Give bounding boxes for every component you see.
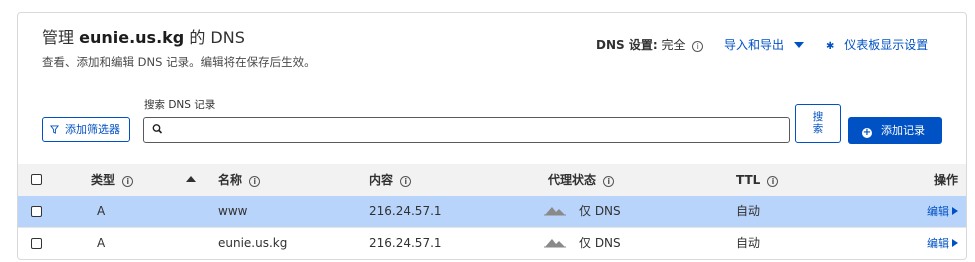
dashboard-display-settings-label: 仪表板显示设置 <box>844 38 929 52</box>
info-icon[interactable]: i <box>400 176 412 187</box>
column-type-label: 类型 <box>91 173 116 187</box>
title-suffix: 的 DNS <box>189 28 245 47</box>
record-type: A <box>97 204 106 218</box>
record-content: 216.24.57.1 <box>369 236 442 250</box>
caret-down-icon <box>793 42 804 48</box>
column-header-proxy-status[interactable]: 代理状态 i <box>548 164 615 196</box>
add-filter-label: 添加筛选器 <box>65 123 120 136</box>
add-record-button[interactable]: + 添加记录 <box>848 117 942 144</box>
search-label: 搜索 DNS 记录 <box>144 99 216 111</box>
row-checkbox[interactable] <box>31 206 42 217</box>
info-icon[interactable]: i <box>249 176 261 187</box>
select-all-checkbox[interactable] <box>31 174 42 185</box>
search-input[interactable] <box>168 121 778 139</box>
info-icon[interactable]: i <box>603 176 615 187</box>
proxy-status-label: 仅 DNS <box>579 236 621 250</box>
row-checkbox[interactable] <box>31 238 42 249</box>
edit-record-link[interactable]: 编辑 <box>927 196 958 227</box>
add-filter-button[interactable]: 添加筛选器 <box>42 117 130 142</box>
edit-label: 编辑 <box>927 205 949 218</box>
magnifier-icon <box>152 124 163 134</box>
page-subtitle: 查看、添加和编辑 DNS 记录。编辑将在保存后生效。 <box>42 55 316 69</box>
title-prefix: 管理 <box>42 28 75 47</box>
caret-right-icon <box>952 239 958 247</box>
record-name: www <box>218 204 248 218</box>
record-proxy-status: 仅 DNS <box>543 228 621 259</box>
record-name: eunie.us.kg <box>218 236 288 250</box>
record-ttl: 自动 <box>736 236 761 250</box>
column-header-content[interactable]: 内容 i <box>369 164 412 196</box>
dns-setting-label: DNS 设置: <box>596 38 658 52</box>
column-proxy-label: 代理状态 <box>548 173 597 187</box>
record-content: 216.24.57.1 <box>369 204 442 218</box>
dns-setting-status: DNS 设置: 完全 i <box>596 36 704 53</box>
column-name-label: 名称 <box>218 173 243 187</box>
cloud-gray-icon <box>544 239 566 248</box>
info-icon[interactable]: i <box>767 176 779 187</box>
dns-management-card: 管理 eunie.us.kg 的 DNS 查看、添加和编辑 DNS 记录。编辑将… <box>17 12 967 260</box>
search-field <box>143 117 790 143</box>
column-content-label: 内容 <box>369 173 394 187</box>
dashboard-display-settings-link[interactable]: ✱ 仪表板显示设置 <box>826 36 928 53</box>
info-icon[interactable]: i <box>692 41 704 52</box>
record-ttl: 自动 <box>736 204 761 218</box>
search-button-label-line2: 索 <box>812 123 824 135</box>
table-header-row: 类型 i 名称 i 内容 i 代理状态 i TTL i 操作 <box>18 164 966 196</box>
column-ttl-label: TTL <box>736 173 761 187</box>
import-export-dropdown[interactable]: 导入和导出 <box>724 36 804 53</box>
table-row[interactable]: A eunie.us.kg 216.24.57.1 仅 DNS 自动 编辑 <box>18 227 966 259</box>
table-row[interactable]: A www 216.24.57.1 仅 DNS 自动 编辑 <box>18 196 966 227</box>
title-domain: eunie.us.kg <box>79 28 185 47</box>
column-header-action: 操作 <box>933 173 958 187</box>
funnel-icon <box>50 125 59 134</box>
plus-circle-icon: + <box>862 127 872 138</box>
sort-ascending-icon[interactable] <box>186 164 196 196</box>
info-icon[interactable]: i <box>122 176 134 187</box>
search-button[interactable]: 搜 索 <box>795 104 841 143</box>
column-header-ttl[interactable]: TTL i <box>736 164 779 196</box>
proxy-status-label: 仅 DNS <box>579 204 621 218</box>
import-export-label: 导入和导出 <box>724 38 785 52</box>
add-record-label: 添加记录 <box>881 124 925 137</box>
record-proxy-status: 仅 DNS <box>543 196 621 227</box>
edit-label: 编辑 <box>927 237 949 250</box>
cloud-gray-icon <box>544 207 566 216</box>
caret-right-icon <box>952 207 958 215</box>
edit-record-link[interactable]: 编辑 <box>927 228 958 259</box>
search-button-label-line1: 搜 <box>812 111 824 123</box>
gear-icon: ✱ <box>826 41 835 52</box>
dns-setting-value: 完全 <box>661 38 686 52</box>
column-header-type[interactable]: 类型 i <box>91 164 134 196</box>
record-type: A <box>97 236 106 250</box>
page-title: 管理 eunie.us.kg 的 DNS <box>42 24 245 48</box>
column-header-name[interactable]: 名称 i <box>218 164 261 196</box>
